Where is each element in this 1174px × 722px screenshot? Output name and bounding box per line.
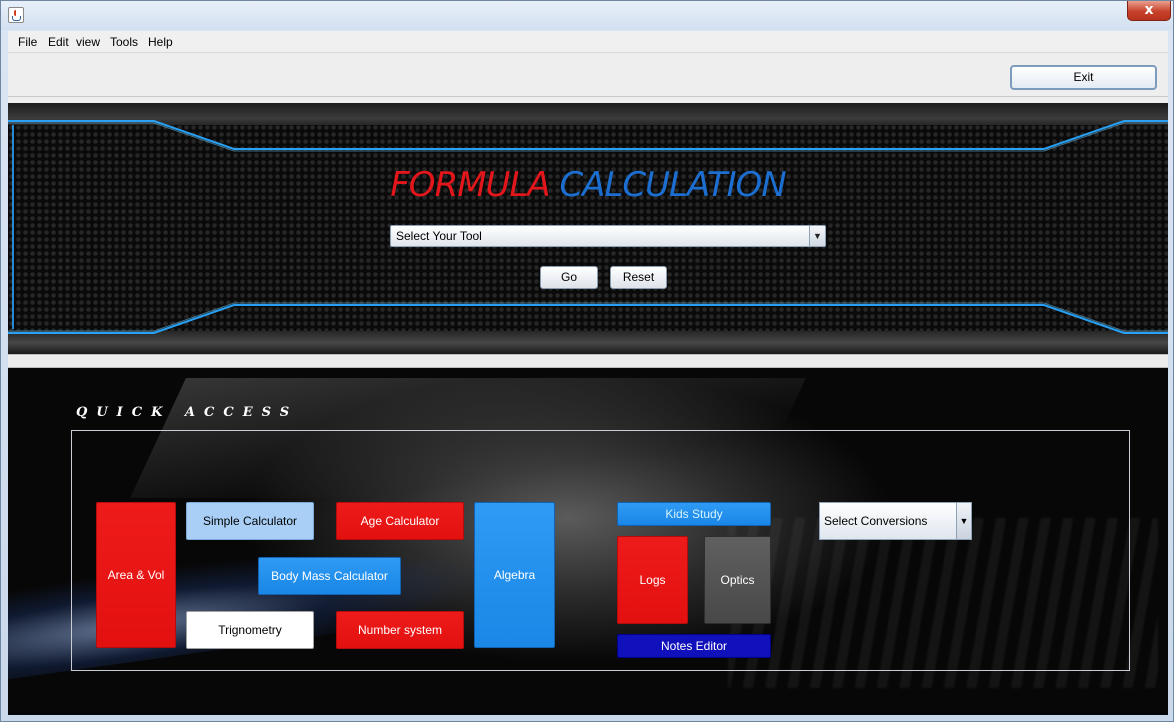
section-separator	[8, 354, 1168, 368]
menu-tools[interactable]: Tools	[110, 35, 138, 49]
go-button[interactable]: Go	[540, 266, 598, 289]
menu-file[interactable]: File	[18, 35, 37, 49]
conversions-select-dropdown[interactable]: Select Conversions ▼	[819, 502, 972, 540]
menu-bar: File Edit view Tools Help	[8, 31, 1168, 53]
chevron-down-icon[interactable]: ▼	[809, 226, 825, 246]
title-calculation: CALCULATION	[559, 165, 786, 205]
notes-editor-button[interactable]: Notes Editor	[617, 634, 771, 658]
quick-access-panel: QUICK ACCESS Area & Vol Simple Calculato…	[8, 368, 1168, 715]
title-bar[interactable]: x	[1, 1, 1173, 30]
java-cup-icon	[8, 7, 24, 23]
conversions-select-value: Select Conversions	[824, 514, 928, 528]
client-area: File Edit view Tools Help Exit FORMULA C…	[8, 31, 1168, 715]
reset-button[interactable]: Reset	[610, 266, 667, 289]
quick-access-label: QUICK ACCESS	[76, 405, 299, 420]
app-window: x File Edit view Tools Help Exit FORMULA…	[0, 0, 1174, 722]
area-vol-button[interactable]: Area & Vol	[96, 502, 176, 648]
tool-select-dropdown[interactable]: Select Your Tool ▼	[390, 225, 826, 247]
age-calculator-button[interactable]: Age Calculator	[336, 502, 464, 540]
trignometry-button[interactable]: Trignometry	[186, 611, 314, 649]
header-banner: FORMULA CALCULATION Select Your Tool ▼ G…	[8, 103, 1168, 354]
simple-calculator-button[interactable]: Simple Calculator	[186, 502, 314, 540]
menu-edit[interactable]: Edit	[48, 35, 69, 49]
logs-button[interactable]: Logs	[617, 536, 688, 624]
number-system-button[interactable]: Number system	[336, 611, 464, 649]
menu-view[interactable]: view	[76, 35, 100, 49]
toolbar: Exit	[8, 53, 1168, 97]
tool-select-value: Select Your Tool	[396, 229, 482, 243]
window-close-button[interactable]: x	[1127, 1, 1171, 21]
page-title: FORMULA CALCULATION	[8, 165, 1168, 205]
chevron-down-icon[interactable]: ▼	[956, 503, 971, 539]
algebra-button[interactable]: Algebra	[474, 502, 555, 648]
body-mass-calculator-button[interactable]: Body Mass Calculator	[258, 557, 401, 595]
exit-button[interactable]: Exit	[1010, 65, 1157, 90]
title-formula: FORMULA	[390, 165, 550, 205]
optics-button[interactable]: Optics	[704, 536, 771, 624]
kids-study-button[interactable]: Kids Study	[617, 502, 771, 526]
menu-help[interactable]: Help	[148, 35, 173, 49]
